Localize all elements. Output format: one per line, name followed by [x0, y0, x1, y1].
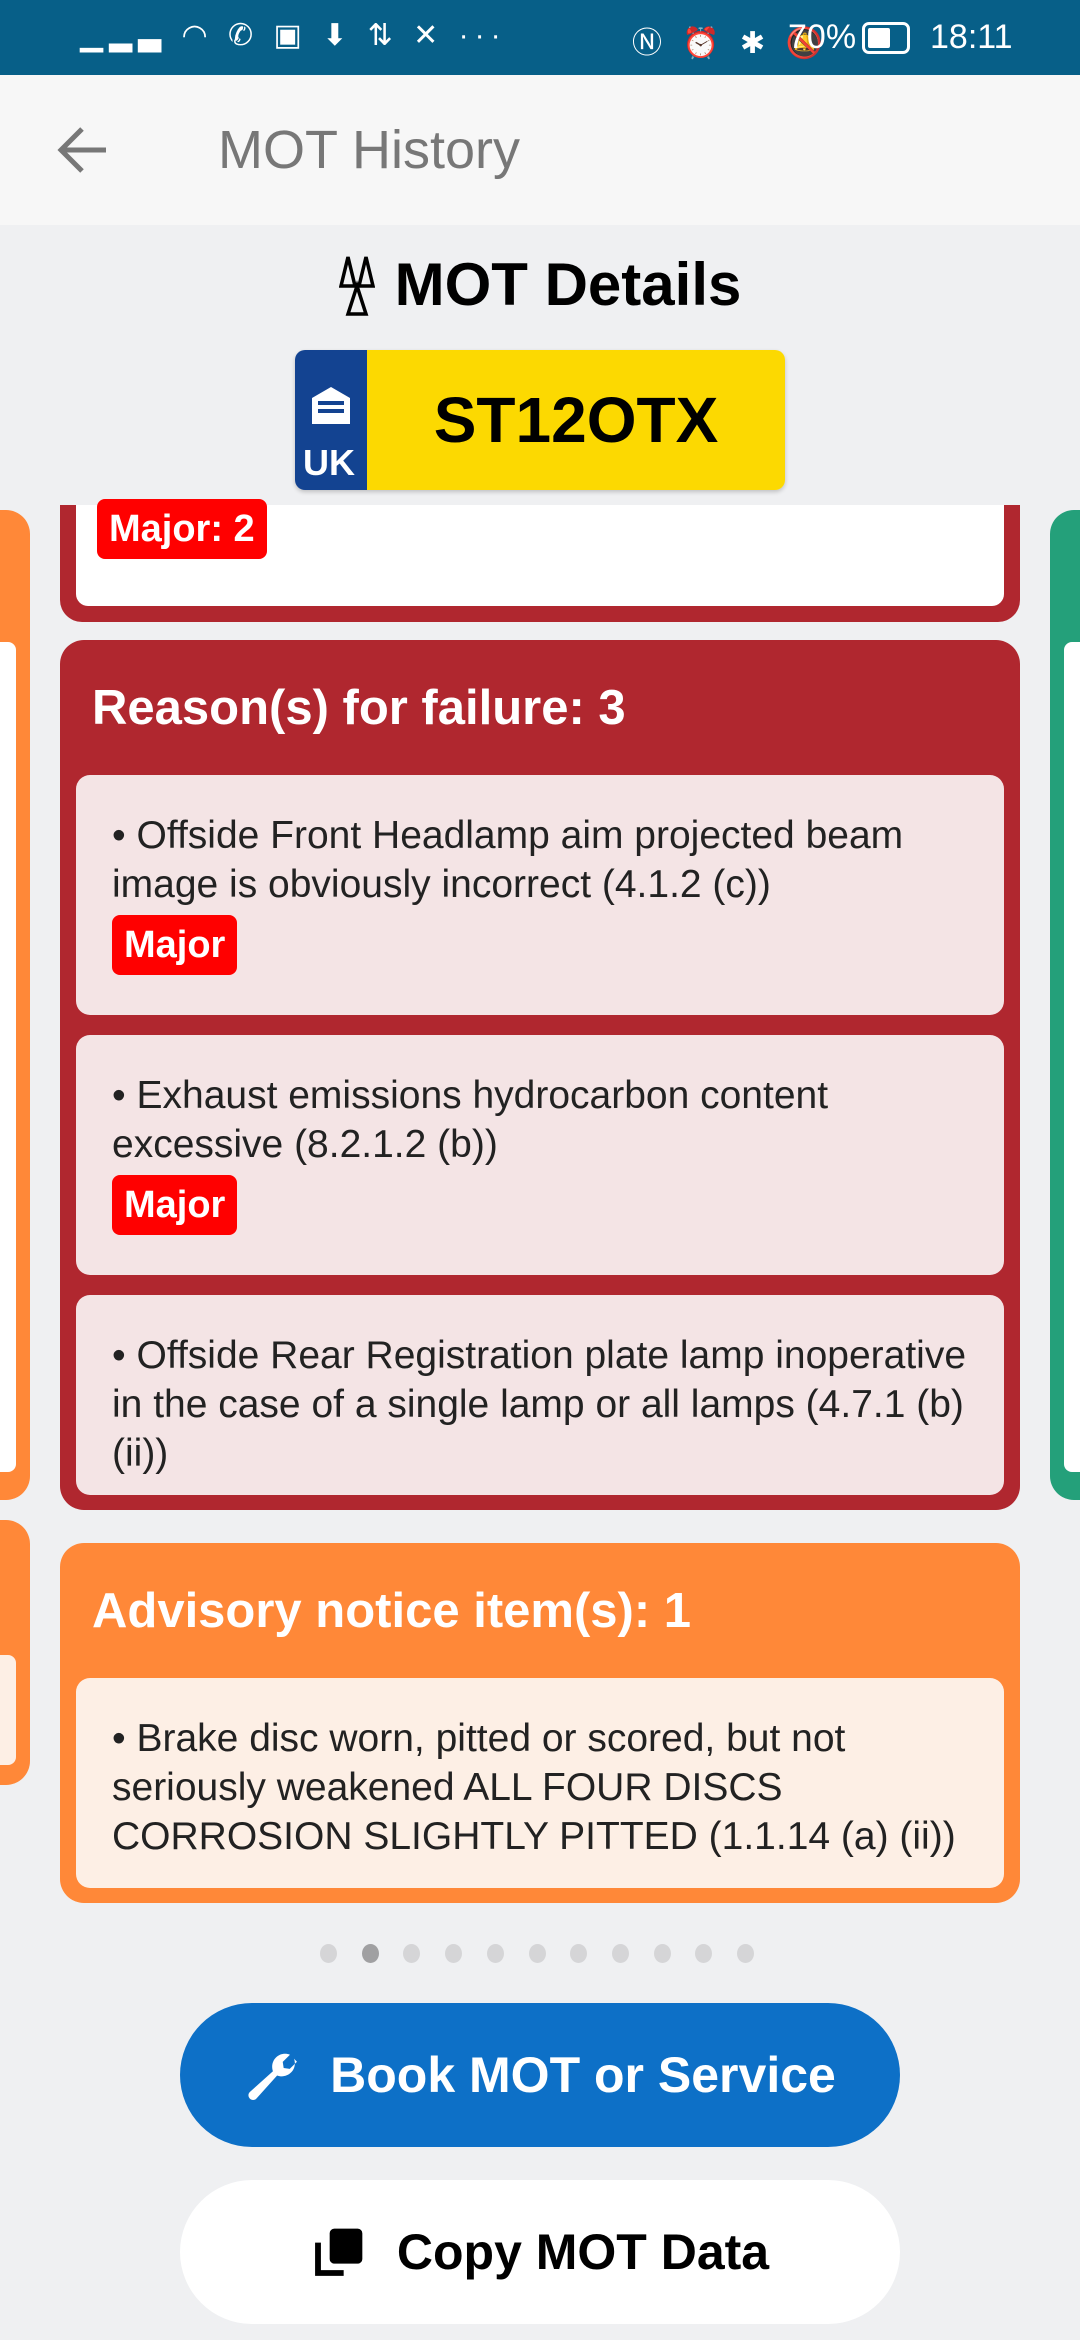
major-count-badge: Major: 2 — [97, 499, 267, 559]
previous-card-peek-advisory[interactable] — [0, 1520, 30, 1785]
failure-item: • Offside Front Headlamp aim projected b… — [76, 775, 1004, 1015]
page-dot[interactable] — [361, 1944, 379, 1963]
copy-mot-data-button[interactable]: Copy MOT Data — [180, 2180, 900, 2324]
copy-button-label: Copy MOT Data — [396, 2224, 770, 2280]
section-title: MOT Details — [394, 251, 742, 318]
severity-badge: Major — [112, 915, 238, 975]
app-bar: MOT History — [0, 75, 1080, 225]
failure-item: • Exhaust emissions hydrocarbon content … — [76, 1035, 1004, 1275]
page-dot[interactable] — [486, 1944, 504, 1963]
status-bar: ▁▂▃ ◠ ✆ ▣ ⬇ ⇅ ✕ ··· Ⓝ ⏰ ✱ 🔕 70% 18:11 — [0, 0, 1080, 75]
summary-card: Major: 2 — [60, 499, 1020, 622]
severity-badge: Major — [112, 1175, 238, 1235]
garage-icon — [312, 387, 350, 424]
battery-icon — [862, 22, 910, 54]
next-card-peek[interactable] — [1050, 510, 1080, 1500]
book-mot-button[interactable]: Book MOT or Service — [180, 2003, 900, 2147]
page-dot[interactable] — [653, 1944, 671, 1963]
page-dot[interactable] — [528, 1944, 546, 1963]
wrench-icon — [248, 2053, 298, 2100]
failure-title: Reason(s) for failure: 3 — [92, 681, 626, 735]
notification-icons: ▁▂▃ ◠ ✆ ▣ ⬇ ⇅ ✕ ··· — [80, 19, 507, 52]
copy-icon — [314, 2228, 363, 2276]
mot-details-heading: MOT Details — [0, 250, 1080, 319]
number-plate: UK ST12OTX — [295, 350, 785, 490]
advisory-title: Advisory notice item(s): 1 — [92, 1584, 692, 1638]
advisory-card: Advisory notice item(s): 1 • Brake disc … — [60, 1543, 1020, 1903]
arrow-left-icon[interactable] — [56, 125, 108, 175]
book-button-label: Book MOT or Service — [330, 2047, 836, 2103]
failure-text: • Offside Front Headlamp aim projected b… — [112, 814, 904, 906]
page-dot[interactable] — [570, 1944, 588, 1963]
failure-text: • Offside Rear Registration plate lamp i… — [112, 1334, 967, 1475]
plate-country-strip: UK — [295, 350, 367, 490]
failure-text: • Exhaust emissions hydrocarbon content … — [112, 1074, 829, 1166]
mot-triangles-icon — [338, 256, 375, 316]
battery-percent: 70% — [788, 18, 857, 56]
page-dot[interactable] — [320, 1944, 337, 1963]
page-dot[interactable] — [737, 1944, 754, 1963]
page-dot[interactable] — [403, 1944, 421, 1963]
page-dot[interactable] — [611, 1944, 629, 1963]
page-dot[interactable] — [695, 1944, 713, 1963]
advisory-text: • Brake disc worn, pitted or scored, but… — [112, 1717, 956, 1858]
clock: 18:11 — [930, 18, 1013, 56]
page-dot[interactable] — [445, 1944, 463, 1963]
failure-item: • Offside Rear Registration plate lamp i… — [76, 1295, 1004, 1495]
page-title: MOT History — [218, 120, 521, 180]
plate-country: UK — [303, 442, 355, 483]
advisory-item: • Brake disc worn, pitted or scored, but… — [76, 1678, 1004, 1888]
failure-card: Reason(s) for failure: 3 • Offside Front… — [60, 640, 1020, 1510]
previous-card-peek[interactable] — [0, 510, 30, 1500]
plate-number: ST12OTX — [367, 350, 785, 490]
